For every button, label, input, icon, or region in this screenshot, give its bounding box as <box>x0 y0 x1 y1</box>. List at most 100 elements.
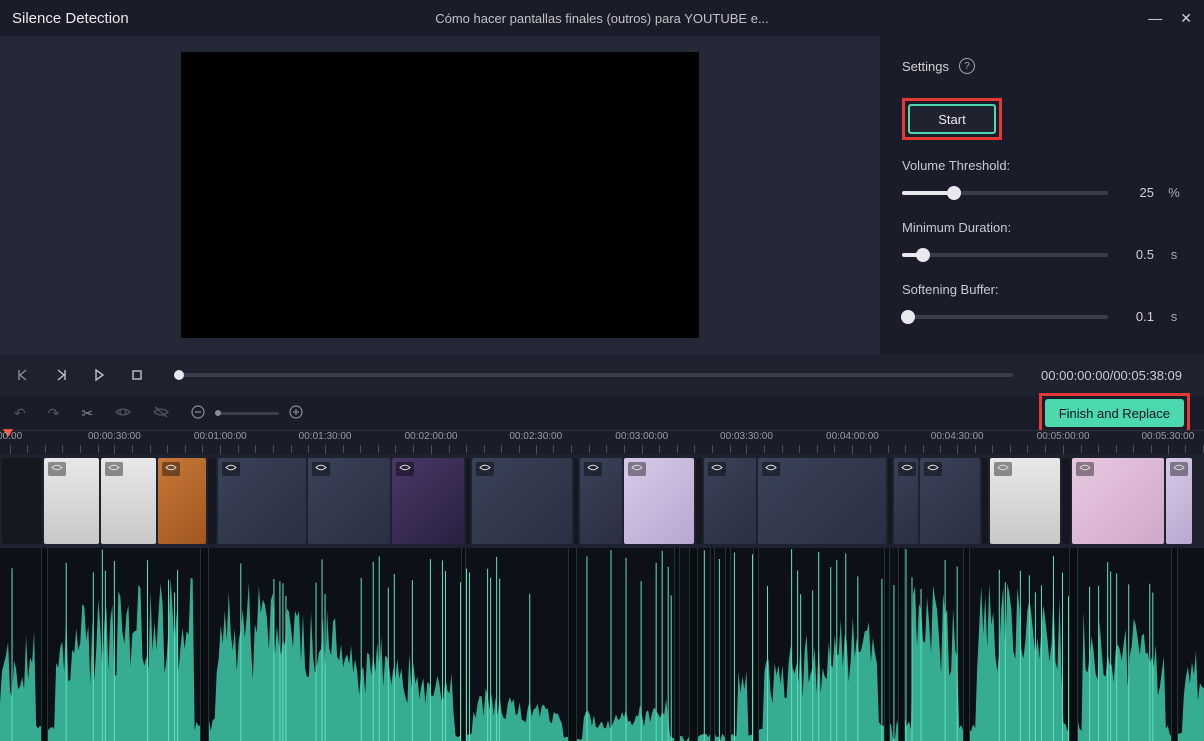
zoom-thumb[interactable] <box>215 410 221 416</box>
video-track[interactable] <box>0 454 1204 548</box>
silence-gap[interactable] <box>689 548 699 741</box>
start-button[interactable]: Start <box>908 104 996 134</box>
video-clip[interactable] <box>696 458 702 544</box>
video-clip[interactable] <box>392 458 464 544</box>
eye-off-icon[interactable] <box>153 405 169 421</box>
clip-visibility-icon[interactable] <box>476 462 494 476</box>
clip-visibility-icon[interactable] <box>762 462 780 476</box>
silence-gap[interactable] <box>200 548 210 741</box>
silence-gap[interactable] <box>898 548 905 741</box>
clip-visibility-icon[interactable] <box>1076 462 1094 476</box>
settings-panel: Settings ? Start Volume Threshold: 25 % … <box>880 36 1204 354</box>
silence-gap[interactable] <box>963 548 970 741</box>
main-area: Settings ? Start Volume Threshold: 25 % … <box>0 36 1204 354</box>
finish-and-replace-button[interactable]: Finish and Replace <box>1045 399 1184 427</box>
zoom-out-button[interactable] <box>191 405 205 422</box>
clip-visibility-icon[interactable] <box>628 462 646 476</box>
clip-visibility-icon[interactable] <box>994 462 1012 476</box>
audio-track[interactable] <box>0 548 1204 741</box>
video-clip[interactable] <box>580 458 622 544</box>
video-clip[interactable] <box>466 458 470 544</box>
clip-visibility-icon[interactable] <box>222 462 240 476</box>
slider-thumb[interactable] <box>916 248 930 262</box>
video-clip[interactable] <box>982 458 988 544</box>
ruler-label: 00:01:00:00 <box>194 431 247 442</box>
slider-thumb[interactable] <box>947 186 961 200</box>
video-clip[interactable] <box>101 458 156 544</box>
eye-icon[interactable] <box>115 405 131 421</box>
ruler-label: 00:04:30:00 <box>931 431 984 442</box>
ruler-label: 00:03:30:00 <box>720 431 773 442</box>
minimum-duration-unit: s <box>1166 247 1182 262</box>
ruler-label: 00:05:30:00 <box>1141 431 1194 442</box>
clip-visibility-icon[interactable] <box>48 462 66 476</box>
silence-gap[interactable] <box>41 548 48 741</box>
timeline-toolbar: ↶ ↷ ✂ Finish and Replace <box>0 396 1204 430</box>
ruler-label: 00:02:00:00 <box>405 431 458 442</box>
play-button[interactable] <box>90 366 108 384</box>
app-title: Silence Detection <box>12 10 129 27</box>
clip-visibility-icon[interactable] <box>924 462 942 476</box>
silence-gap[interactable] <box>710 548 715 741</box>
redo-button[interactable]: ↷ <box>48 405 60 422</box>
clip-visibility-icon[interactable] <box>312 462 330 476</box>
video-clip[interactable] <box>1166 458 1192 544</box>
timecode-display: 00:00:00:00/00:05:38:09 <box>1041 368 1182 383</box>
video-clip[interactable] <box>218 458 306 544</box>
seek-thumb[interactable] <box>174 370 184 380</box>
video-preview[interactable] <box>181 52 699 338</box>
slider-thumb[interactable] <box>901 310 915 324</box>
undo-button[interactable]: ↶ <box>14 405 26 422</box>
video-clip[interactable] <box>2 458 42 544</box>
settings-label: Settings <box>902 59 949 74</box>
video-clip[interactable] <box>208 458 216 544</box>
clip-visibility-icon[interactable] <box>898 462 916 476</box>
video-clip[interactable] <box>888 458 892 544</box>
timeline-ruler[interactable]: 00:0000:00:30:0000:01:00:0000:01:30:0000… <box>0 430 1204 454</box>
close-button[interactable]: ✕ <box>1180 10 1192 27</box>
clip-visibility-icon[interactable] <box>105 462 123 476</box>
silence-gap[interactable] <box>461 548 466 741</box>
video-clip[interactable] <box>158 458 206 544</box>
volume-threshold-slider[interactable] <box>902 191 1108 195</box>
zoom-slider[interactable] <box>215 412 279 415</box>
zoom-in-button[interactable] <box>289 405 303 422</box>
transport-bar: 00:00:00:00/00:05:38:09 <box>0 354 1204 396</box>
ruler-label: 00:01:30:00 <box>299 431 352 442</box>
video-clip[interactable] <box>894 458 918 544</box>
ruler-label: 00:00 <box>0 431 22 442</box>
clip-visibility-icon[interactable] <box>396 462 414 476</box>
video-clip[interactable] <box>624 458 694 544</box>
stop-button[interactable] <box>128 366 146 384</box>
clip-visibility-icon[interactable] <box>162 462 180 476</box>
cut-button[interactable]: ✂ <box>81 405 93 422</box>
video-clip[interactable] <box>574 458 578 544</box>
clip-visibility-icon[interactable] <box>584 462 602 476</box>
clip-visibility-icon[interactable] <box>708 462 726 476</box>
softening-buffer-slider[interactable] <box>902 315 1108 319</box>
silence-gap[interactable] <box>1069 548 1077 741</box>
silence-gap[interactable] <box>1171 548 1177 741</box>
silence-gap[interactable] <box>568 548 576 741</box>
video-clip[interactable] <box>44 458 99 544</box>
help-icon[interactable]: ? <box>959 58 975 74</box>
next-frame-button[interactable] <box>52 366 70 384</box>
video-clip[interactable] <box>308 458 390 544</box>
window-controls: — ✕ <box>1148 10 1192 27</box>
clip-visibility-icon[interactable] <box>1170 462 1188 476</box>
video-clip[interactable] <box>920 458 980 544</box>
silence-gap[interactable] <box>884 548 890 741</box>
video-clip[interactable] <box>1062 458 1070 544</box>
video-clip[interactable] <box>1072 458 1164 544</box>
minimize-button[interactable]: — <box>1148 10 1162 26</box>
prev-frame-button[interactable] <box>14 366 32 384</box>
video-clip[interactable] <box>990 458 1060 544</box>
video-clip[interactable] <box>472 458 572 544</box>
silence-gap[interactable] <box>725 548 731 741</box>
silence-gap[interactable] <box>753 548 759 741</box>
seek-slider[interactable] <box>174 373 1013 377</box>
silence-gap[interactable] <box>674 548 680 741</box>
minimum-duration-slider[interactable] <box>902 253 1108 257</box>
video-clip[interactable] <box>758 458 886 544</box>
video-clip[interactable] <box>704 458 756 544</box>
